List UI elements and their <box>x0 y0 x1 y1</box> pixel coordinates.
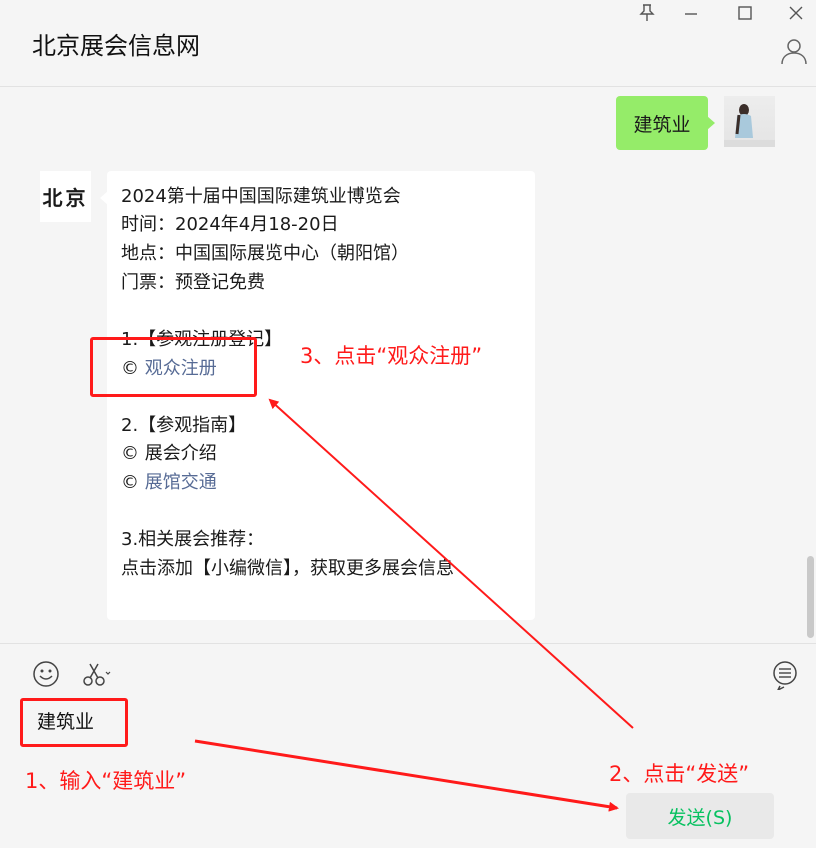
arrow-to-send <box>194 739 619 812</box>
annotation-arrows <box>194 398 634 812</box>
arrow-to-registration <box>268 398 634 729</box>
